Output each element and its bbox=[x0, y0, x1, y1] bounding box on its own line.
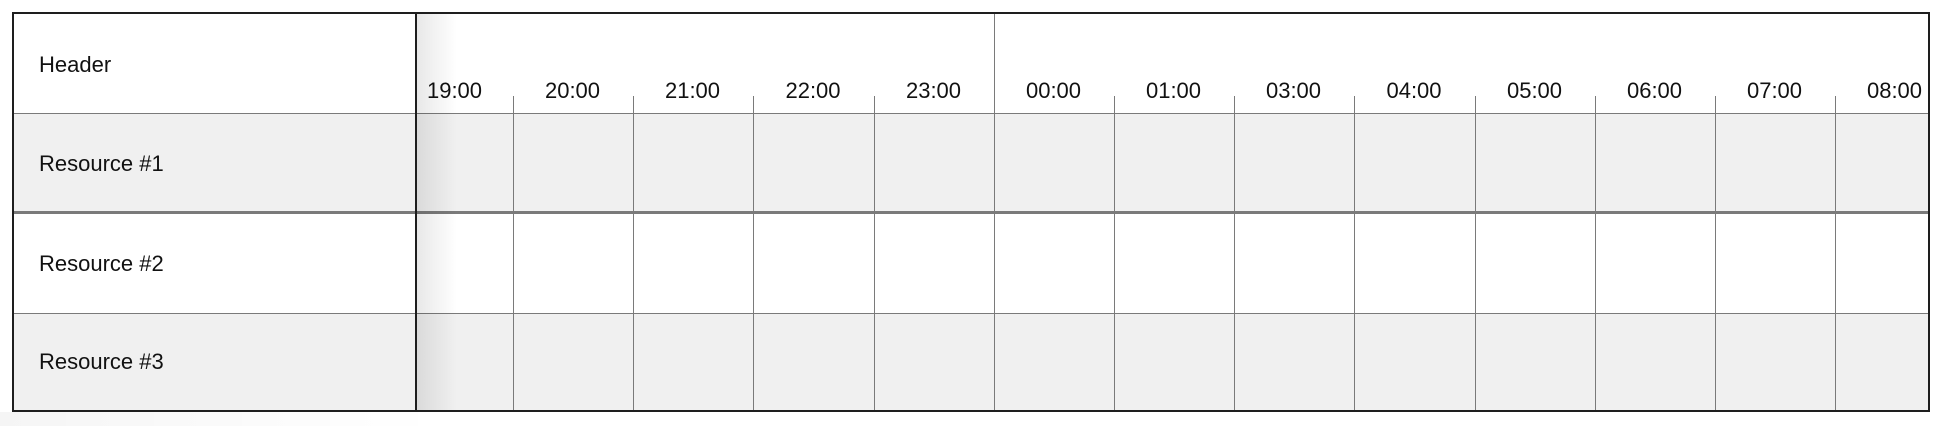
grid-line bbox=[1475, 114, 1476, 410]
hour-tick bbox=[874, 96, 875, 114]
hour-tick bbox=[1595, 96, 1596, 114]
time-label: 22:00 bbox=[785, 78, 841, 103]
grid-line bbox=[513, 114, 514, 410]
hour-tick bbox=[513, 96, 514, 114]
grid-line bbox=[1354, 114, 1355, 410]
day-divider bbox=[994, 14, 995, 114]
resource-label: Resource #2 bbox=[39, 251, 164, 276]
grid-line bbox=[1595, 114, 1596, 410]
resource-row[interactable] bbox=[417, 214, 1928, 314]
time-label: 23:00 bbox=[905, 78, 962, 103]
grid-line bbox=[1835, 114, 1836, 410]
grid-line bbox=[1234, 114, 1235, 410]
resource-row-header[interactable]: Resource #3 bbox=[14, 314, 415, 410]
time-label: 03:00 bbox=[1265, 78, 1322, 103]
grid-line bbox=[633, 114, 634, 410]
resource-column: Header Resource #1 Resource #2 Resource … bbox=[14, 14, 417, 410]
time-label: 20:00 bbox=[544, 78, 601, 103]
time-label: 08:00 bbox=[1866, 78, 1923, 103]
time-label: 07:00 bbox=[1746, 78, 1803, 103]
hour-tick bbox=[1715, 96, 1716, 114]
grid-line bbox=[874, 114, 875, 410]
hour-tick bbox=[1114, 96, 1115, 114]
grid-line bbox=[753, 114, 754, 410]
hour-tick bbox=[1475, 96, 1476, 114]
grid-line bbox=[1114, 114, 1115, 410]
hour-tick bbox=[1835, 96, 1836, 114]
time-label: 06:00 bbox=[1626, 78, 1683, 103]
time-label: 04:00 bbox=[1386, 78, 1442, 103]
time-label: 05:00 bbox=[1506, 78, 1563, 103]
scheduler: Header Resource #1 Resource #2 Resource … bbox=[12, 12, 1930, 412]
grid-line bbox=[994, 114, 995, 410]
resource-label: Resource #3 bbox=[39, 349, 164, 374]
grid-line bbox=[1715, 114, 1716, 410]
resource-row[interactable] bbox=[417, 314, 1928, 410]
hour-tick bbox=[633, 96, 634, 114]
header-label: Header bbox=[39, 52, 112, 77]
time-label: 01:00 bbox=[1145, 78, 1202, 103]
hour-tick bbox=[1234, 96, 1235, 114]
time-label: 00:00 bbox=[1025, 78, 1082, 103]
resource-label: Resource #1 bbox=[39, 151, 164, 176]
timeline-grid[interactable]: 19:00 20:00 21:00 22:00 23:00 00:00 01:00 03:00… bbox=[417, 14, 1928, 410]
hour-tick bbox=[1354, 96, 1355, 114]
resource-row-header[interactable]: Resource #2 bbox=[14, 214, 415, 314]
resource-row[interactable] bbox=[417, 114, 1928, 214]
resource-column-header: Header bbox=[14, 14, 415, 114]
resource-row-header[interactable]: Resource #1 bbox=[14, 114, 415, 214]
time-label: 21:00 bbox=[664, 78, 721, 103]
time-label: 19:00 bbox=[426, 78, 483, 103]
hour-tick bbox=[753, 96, 754, 114]
time-header: 19:00 20:00 21:00 22:00 23:00 00:00 01:00 03:00… bbox=[417, 14, 1928, 114]
scroll-fade bbox=[0, 412, 440, 426]
